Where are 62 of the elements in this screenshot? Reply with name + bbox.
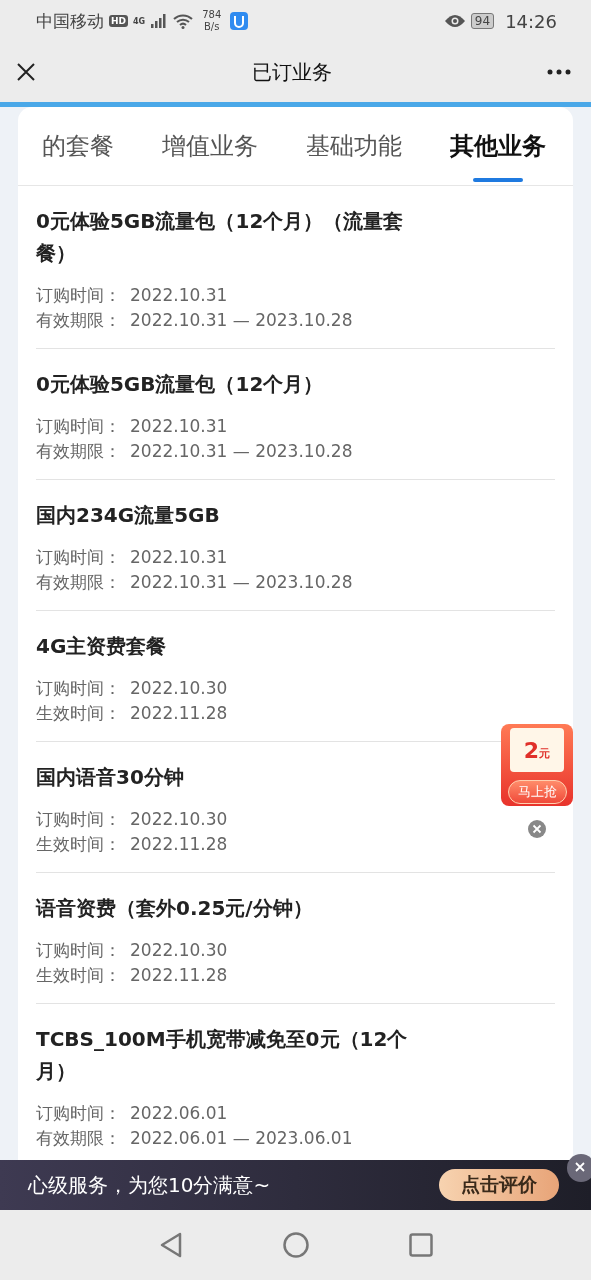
field-label: 订购时间： [36,939,122,962]
wifi-icon [173,13,194,29]
field-label: 有效期限： [36,440,122,463]
service-title: 0元体验5GB流量包（12个月） [36,371,325,398]
home-icon[interactable] [282,1232,309,1258]
field-label: 订购时间： [36,1102,122,1125]
service-title: TCBS_100M手机宽带减免至0元（12个月） [36,1026,409,1085]
field-label: 生效时间： [36,964,122,987]
field-label: 有效期限： [36,309,122,332]
tab[interactable]: 增值业务 [138,107,282,185]
speed-unit: B/s [203,21,220,33]
field-label: 订购时间： [36,808,122,831]
coupon-badge[interactable]: 2元 马上抢 [501,724,573,806]
coupon-unit: 元 [539,747,551,761]
field-value: 2022.11.28 [130,833,228,856]
clock: 14:26 [505,10,557,32]
hd-badge: HD [109,15,128,27]
speed-value: 784 [202,9,222,21]
field-value: 2022.10.30 [130,677,228,700]
field-value: 2022.11.28 [130,964,228,987]
field-value: 2022.10.31 [130,415,228,438]
service-title: 4G主资费套餐 [36,633,168,660]
service-title: 0元体验5GB流量包（12个月）（流量套餐） [36,208,405,267]
field-value: 2022.10.31 [130,284,228,307]
page-title: 已订业务 [250,58,333,86]
field-label: 生效时间： [36,702,122,725]
service-title: 语音资费（套外0.25元/分钟） [36,895,314,922]
tab[interactable]: 基础功能 [282,107,426,185]
service-title: 国内234G流量5GB [36,502,221,529]
carrier-name: 中国移动 [36,9,104,33]
field-label: 生效时间： [36,833,122,856]
close-icon[interactable] [567,1154,591,1182]
field-value: 2022.10.31 — 2023.10.28 [130,309,353,332]
field-value: 2022.10.31 — 2023.10.28 [130,571,353,594]
more-icon[interactable] [547,69,571,75]
signal-icon [150,14,169,28]
network-type: 4G [133,16,146,26]
field-value: 2022.10.30 [130,939,228,962]
field-label: 订购时间： [36,415,122,438]
field-label: 订购时间： [36,677,122,700]
field-value: 2022.11.28 [130,702,228,725]
back-icon[interactable] [158,1232,183,1258]
field-value: 2022.10.30 [130,808,228,831]
tab[interactable]: 其他业务 [426,107,570,185]
field-label: 订购时间： [36,284,122,307]
banner-text: 心级服务，为您10分满意~ [28,1171,272,1199]
app-icon [230,12,249,30]
field-label: 有效期限： [36,1127,122,1150]
field-value: 2022.06.01 [130,1102,228,1125]
rate-button[interactable]: 点击评价 [439,1169,559,1201]
field-label: 有效期限： [36,571,122,594]
field-value: 2022.10.31 [130,546,228,569]
field-label: 订购时间： [36,546,122,569]
field-value: 2022.06.01 — 2023.06.01 [130,1127,353,1150]
tab[interactable]: 的套餐 [18,107,138,185]
service-title: 国内语音30分钟 [36,764,185,791]
eye-icon [443,14,466,28]
field-value: 2022.10.31 — 2023.10.28 [130,440,353,463]
close-icon[interactable] [16,62,36,82]
coupon-amount: 2 [523,737,540,763]
recents-icon[interactable] [408,1233,433,1257]
battery-indicator: 94 [470,13,495,29]
